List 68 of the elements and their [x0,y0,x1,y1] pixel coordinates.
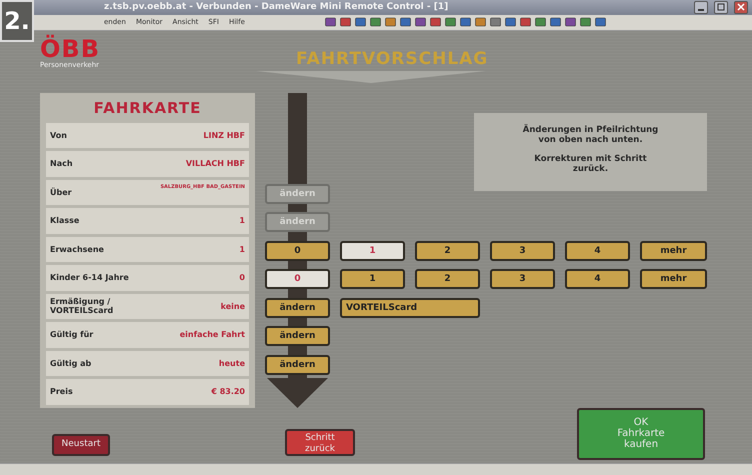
screen-icon[interactable] [340,16,351,28]
screen-icon[interactable] [580,16,591,28]
screen-icon[interactable] [324,16,336,28]
field-label: Über [50,188,72,197]
count-option[interactable]: 3 [490,240,555,261]
maximize-icon [717,3,725,12]
count-option[interactable]: mehr [640,269,707,290]
field-value: heute [218,358,245,368]
field-label: Erwachsene [50,244,104,254]
back-button[interactable]: Schritt zurück [285,428,355,456]
screen-icon[interactable] [414,16,426,28]
screen-icon[interactable] [534,16,546,28]
count-option[interactable]: 1 [340,269,405,290]
field-value: € 83.20 [211,387,245,396]
screen-icon[interactable] [474,16,486,28]
field-value: 1 [239,244,245,254]
screen-icon[interactable] [430,16,441,28]
field-label: Preis [50,387,73,396]
card-option[interactable]: VORTEILScard [340,298,480,318]
field-label: Ermäßigung / VORTEILScard [50,297,114,316]
screen-icon[interactable] [550,16,561,28]
minimize-button[interactable] [694,0,708,14]
field-value: VILLACH HBF [186,159,245,168]
screen-icon[interactable] [594,16,606,28]
count-option[interactable]: 1 [340,240,405,261]
screen-icon[interactable] [384,16,396,28]
field-label: Kinder 6-14 Jahre [50,273,129,282]
screen-icon[interactable] [354,16,366,28]
field-value: 1 [239,216,245,226]
restart-button[interactable]: Neustart [52,434,110,456]
maximize-button[interactable] [714,0,728,14]
window-title: z.tsb.pv.oebb.at - Verbunden - DameWare Mini Remote Control - [1] [104,2,450,12]
field-label: Gültig für [50,330,94,340]
close-icon [737,3,745,12]
brand-logo: ÖBB [40,36,100,61]
screen-icon[interactable] [520,16,531,28]
screen-icon[interactable] [490,16,501,28]
close-button[interactable] [734,0,748,14]
info-text: Änderungen in Pfeilrichtung von oben nach unten. [522,124,660,145]
screen-icon[interactable] [564,16,576,28]
count-option[interactable]: 4 [565,269,630,290]
field-value: LINZ HBF [203,130,245,140]
count-option[interactable]: 0 [265,240,330,261]
step-badge: 2. [0,0,34,42]
field-label: Klasse [50,216,80,226]
field-label: Von [50,130,67,140]
field-value: 0 [239,273,245,282]
field-value: keine [220,302,245,311]
field-label: Nach [50,159,73,168]
count-option[interactable]: 3 [490,269,555,290]
screen-icon[interactable] [370,16,381,28]
screen-icon[interactable] [444,16,456,28]
ticket-title: FAHRKARTE [94,98,202,117]
screen-icon[interactable] [460,16,471,28]
field-label: Gültig ab [50,358,92,368]
screen-icon[interactable] [504,16,516,28]
count-option[interactable]: 2 [415,269,480,290]
page-title: FAHRTVORSCHLAG [296,48,488,69]
count-option[interactable]: 0 [265,269,330,290]
field-value: einfache Fahrt [180,330,245,340]
change-button[interactable]: ändern [265,354,330,375]
count-option[interactable]: 4 [565,240,630,261]
change-button[interactable]: ändern [265,326,330,346]
change-button[interactable]: ändern [265,298,330,318]
info-text: Korrekturen mit Schritt zurück. [533,154,648,174]
screen-icon[interactable] [400,16,411,28]
count-option[interactable]: mehr [640,240,707,261]
count-option[interactable]: 2 [415,240,480,261]
